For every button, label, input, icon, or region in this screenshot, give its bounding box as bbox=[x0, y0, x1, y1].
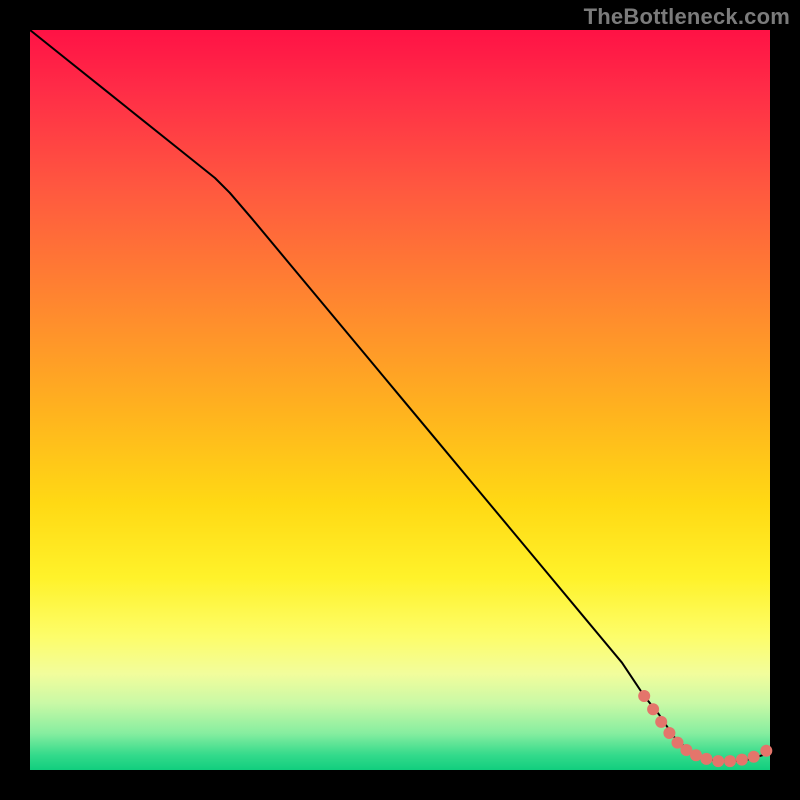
marker-point bbox=[647, 703, 659, 715]
marker-group bbox=[638, 690, 772, 767]
watermark-text: TheBottleneck.com bbox=[584, 4, 790, 30]
marker-point bbox=[712, 755, 724, 767]
marker-point bbox=[690, 749, 702, 761]
chart-frame: TheBottleneck.com bbox=[0, 0, 800, 800]
marker-point bbox=[724, 755, 736, 767]
marker-point bbox=[663, 727, 675, 739]
marker-point bbox=[700, 753, 712, 765]
marker-point bbox=[736, 754, 748, 766]
marker-point bbox=[748, 751, 760, 763]
plot-overlay bbox=[30, 30, 770, 770]
bottleneck-curve bbox=[30, 30, 770, 761]
marker-point bbox=[638, 690, 650, 702]
marker-point bbox=[655, 716, 667, 728]
marker-point bbox=[760, 745, 772, 757]
